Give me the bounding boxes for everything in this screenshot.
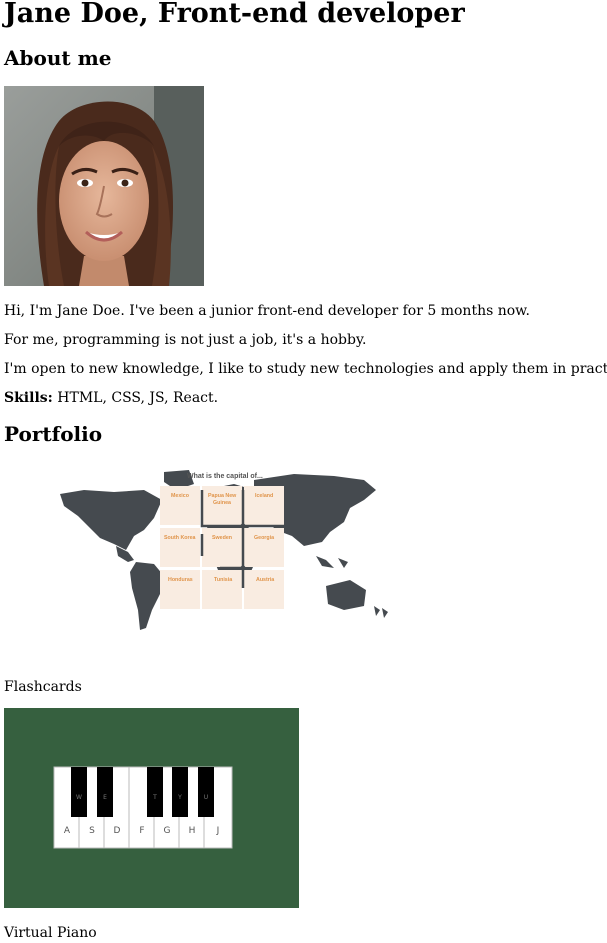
flashcards-project-link[interactable]: What is the capital of... Mexico Papua N… xyxy=(4,460,404,640)
piano-key-label: F xyxy=(139,826,144,836)
virtual-piano-caption: Virtual Piano xyxy=(4,925,97,941)
flashcard-label: Austria xyxy=(256,577,274,583)
skills-label: Skills: xyxy=(4,390,53,406)
flashcard-label: South Korea xyxy=(164,535,196,541)
piano-key-label: S xyxy=(89,826,95,836)
piano-key-label: E xyxy=(103,794,107,801)
flashcard-label: Honduras xyxy=(168,577,193,583)
piano-key-label: H xyxy=(189,826,196,836)
piano-key-label: G xyxy=(164,826,171,836)
piano-key-label: T xyxy=(152,794,157,801)
piano-key-label: U xyxy=(204,794,208,801)
about-heading: About me xyxy=(4,46,112,70)
page-title: Jane Doe, Front-end developer xyxy=(4,0,465,29)
about-paragraph-learning: I'm open to new knowledge, I like to stu… xyxy=(4,361,607,377)
profile-photo xyxy=(4,86,204,286)
flashcards-thumbnail: What is the capital of... Mexico Papua N… xyxy=(60,470,388,630)
piano-key-label: A xyxy=(64,826,71,836)
flashcard-label: Tunisia xyxy=(214,577,232,583)
flashcard-label: Guinea xyxy=(213,500,231,506)
skills-line: Skills: HTML, CSS, JS, React. xyxy=(4,388,218,408)
piano-key-label: W xyxy=(76,794,82,801)
piano-thumbnail: A S D F G H J W E T Y U xyxy=(4,708,299,908)
flashcard-label: Mexico xyxy=(171,493,190,499)
flashcard-label: Iceland xyxy=(255,493,273,499)
flashcards-caption: Flashcards xyxy=(4,679,82,695)
portfolio-heading: Portfolio xyxy=(4,422,103,446)
about-paragraph-intro: Hi, I'm Jane Doe. I've been a junior fro… xyxy=(4,303,530,319)
about-paragraph-hobby: For me, programming is not just a job, i… xyxy=(4,332,367,348)
piano-key-label: D xyxy=(114,826,121,836)
flashcard-label: Sweden xyxy=(212,535,232,541)
flashcard-label: Georgia xyxy=(254,535,274,541)
piano-key-label: J xyxy=(216,826,220,836)
virtual-piano-project-link[interactable]: A S D F G H J W E T Y U xyxy=(4,708,299,908)
flashcards-question: What is the capital of... xyxy=(187,473,263,480)
piano-key-label: Y xyxy=(177,794,182,801)
flashcard-label: Papua New xyxy=(208,493,237,499)
skills-value: HTML, CSS, JS, React. xyxy=(52,390,219,406)
